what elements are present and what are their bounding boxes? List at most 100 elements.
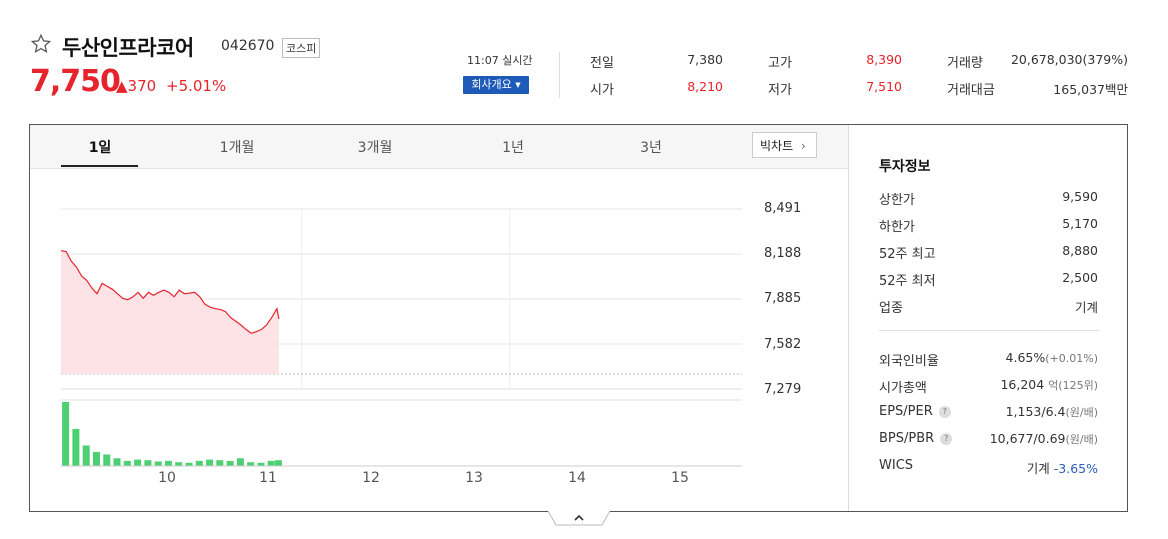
- tab-1month[interactable]: 1개월: [197, 137, 277, 157]
- volume-bar: [134, 459, 142, 466]
- big-chart-button[interactable]: 빅차트 ›: [752, 132, 817, 158]
- volume-bar: [144, 460, 152, 466]
- big-chart-label: 빅차트: [760, 139, 794, 153]
- info-label-sector: 업종: [879, 301, 903, 316]
- info-value-lower-limit: 5,170: [1062, 216, 1098, 231]
- x-tick-label: 15: [671, 470, 689, 486]
- investment-info-title: 투자정보: [879, 159, 931, 175]
- market-cap-sub: 억(125위): [1048, 379, 1098, 392]
- y-tick-label: 7,885: [764, 291, 802, 306]
- tab-3month[interactable]: 3개월: [335, 137, 415, 157]
- info-label-lower-limit: 하한가: [879, 220, 915, 235]
- quote-value-prev-close: 7,380: [687, 52, 723, 67]
- active-tab-underline: [61, 165, 138, 167]
- volume-bar: [72, 428, 80, 466]
- volume-bar: [113, 458, 121, 466]
- y-tick-label: 7,582: [764, 337, 802, 352]
- chevron-right-icon: ›: [800, 139, 806, 153]
- sector-link[interactable]: 기계: [1075, 300, 1098, 315]
- collapse-toggle[interactable]: [548, 511, 610, 527]
- quote-value-volume: 20,678,030(379%): [1010, 52, 1128, 67]
- help-icon[interactable]: ?: [940, 433, 953, 445]
- market-cap-main: 16,204: [1000, 377, 1045, 392]
- info-label-upper-limit: 상한가: [879, 193, 915, 208]
- info-label-bps-pbr: BPS/PBR?: [879, 431, 953, 446]
- company-overview-button[interactable]: 회사개요 ▼: [463, 76, 529, 94]
- foreign-ratio-main: 4.65%: [1005, 350, 1046, 365]
- volume-bar: [103, 454, 111, 466]
- eps-per-sub: (원/배): [1065, 406, 1098, 419]
- info-value-upper-limit: 9,590: [1062, 189, 1098, 204]
- info-label-market-cap: 시가총액: [879, 381, 927, 396]
- intraday-chart[interactable]: [30, 169, 848, 499]
- volume-bar: [267, 460, 275, 466]
- quote-value-trade-amount: 165,037백만: [1053, 82, 1128, 97]
- tab-1day[interactable]: 1일: [60, 137, 140, 157]
- info-value-wics[interactable]: 기계 -3.65%: [1027, 458, 1098, 477]
- price-change-percent: +5.01%: [166, 77, 227, 95]
- volume-bar: [216, 460, 224, 466]
- volume-bar: [236, 458, 244, 466]
- tab-3year[interactable]: 3년: [611, 137, 691, 157]
- wics-sector[interactable]: 기계: [1027, 461, 1050, 476]
- x-tick-label: 11: [259, 470, 277, 486]
- volume-bar: [62, 402, 70, 466]
- y-tick-label: 8,188: [764, 246, 802, 261]
- foreign-ratio-sub: (+0.01%): [1045, 352, 1098, 365]
- quote-value-open: 8,210: [687, 79, 723, 94]
- stock-code: 042670: [221, 38, 275, 54]
- eps-per-main: 1,153/6.4: [1005, 404, 1066, 419]
- market-badge: 코스피: [282, 38, 321, 58]
- favorite-star-icon[interactable]: [30, 33, 52, 55]
- quote-value-high: 8,390: [866, 52, 902, 67]
- volume-bar: [164, 460, 172, 466]
- x-tick-label: 12: [362, 470, 380, 486]
- stock-name: 두산인프라코어: [62, 36, 194, 60]
- quote-label-high: 고가: [768, 56, 792, 71]
- x-tick-label: 13: [465, 470, 483, 486]
- bps-pbr-label: BPS/PBR: [879, 431, 935, 446]
- price-area: [61, 250, 279, 374]
- tab-1year[interactable]: 1년: [473, 137, 553, 157]
- info-value-foreign-ratio: 4.65%(+0.01%): [1006, 350, 1098, 365]
- volume-bar: [154, 461, 162, 466]
- info-value-bps-pbr: 10,677/0.69(원/배): [990, 431, 1098, 447]
- volume-bar: [206, 459, 214, 466]
- header-divider: [559, 52, 560, 98]
- x-tick-label: 10: [158, 470, 176, 486]
- realtime-timestamp: 11:07 실시간: [467, 54, 533, 67]
- info-value-market-cap: 16,204 억(125위): [1000, 377, 1098, 393]
- current-price: 7,750: [30, 64, 121, 99]
- volume-bar: [175, 462, 183, 466]
- quote-label-volume: 거래량: [947, 56, 983, 71]
- quote-value-low: 7,510: [866, 79, 902, 94]
- y-tick-label: 7,279: [764, 382, 802, 397]
- info-label-eps-per: EPS/PER?: [879, 404, 951, 419]
- info-label-wics: WICS: [879, 458, 914, 473]
- info-value-52w-high: 8,880: [1062, 243, 1098, 258]
- wics-change: -3.65%: [1053, 461, 1098, 476]
- volume-bar: [226, 460, 234, 466]
- y-tick-label: 8,491: [764, 201, 802, 216]
- info-value-52w-low: 2,500: [1062, 270, 1098, 285]
- volume-bar: [93, 451, 100, 466]
- volume-bar: [247, 462, 255, 466]
- volume-bar: [123, 460, 131, 466]
- caret-down-icon: ▼: [515, 81, 521, 89]
- info-value-sector[interactable]: 기계: [1075, 297, 1098, 316]
- volume-bar: [82, 445, 90, 466]
- period-tabs-bar: [30, 125, 848, 169]
- info-value-eps-per: 1,153/6.4(원/배): [1006, 404, 1098, 420]
- info-divider: [879, 330, 1099, 331]
- info-label-52w-low: 52주 최저: [879, 274, 936, 289]
- eps-per-label: EPS/PER: [879, 404, 933, 419]
- quote-label-low: 저가: [768, 83, 792, 98]
- x-tick-label: 14: [568, 470, 586, 486]
- investment-info-panel: [848, 125, 1128, 511]
- company-overview-label: 회사개요: [471, 78, 512, 91]
- info-label-foreign-ratio: 외국인비율: [879, 354, 939, 369]
- bps-pbr-sub: (원/배): [1065, 433, 1098, 446]
- info-label-52w-high: 52주 최고: [879, 247, 936, 262]
- volume-bar: [195, 460, 203, 466]
- help-icon[interactable]: ?: [938, 406, 951, 418]
